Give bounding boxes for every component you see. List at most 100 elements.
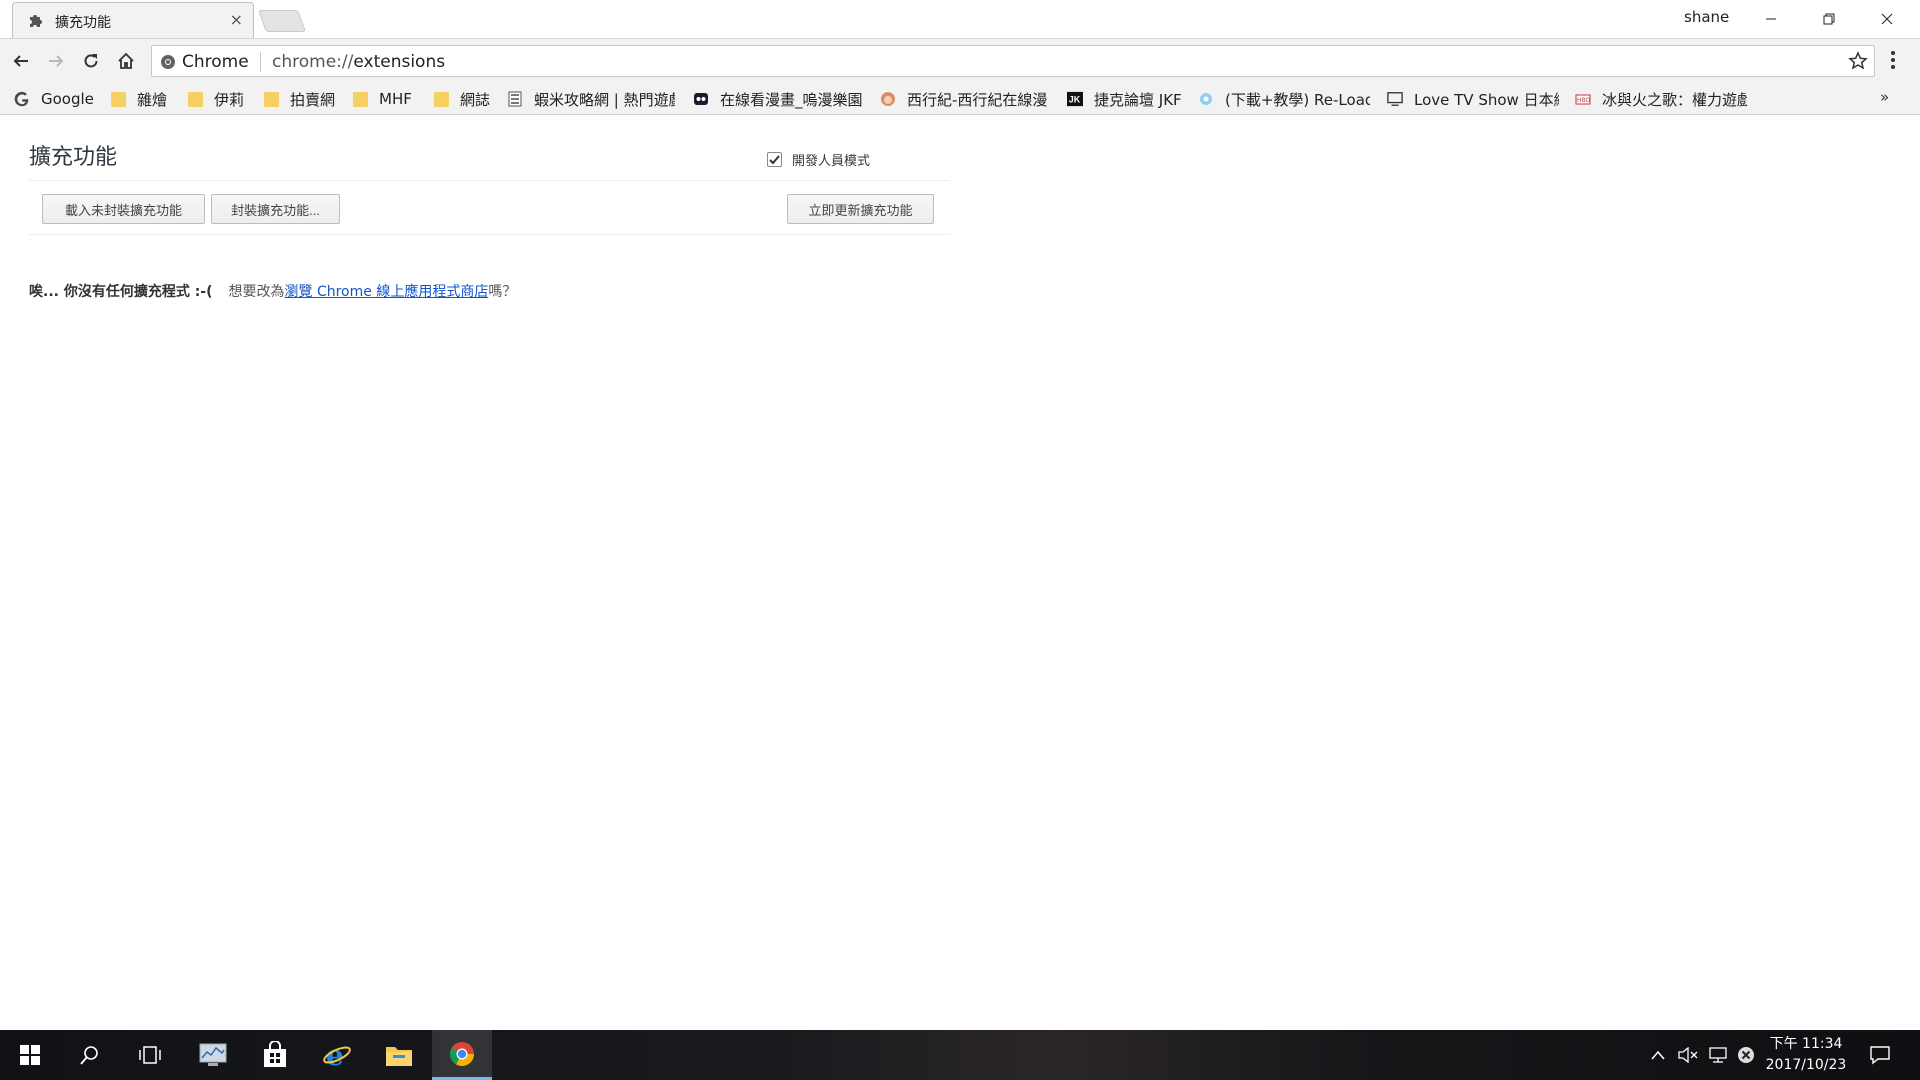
monitor-icon	[1387, 91, 1403, 107]
bookmark-label: 拍賣網	[290, 90, 336, 109]
bookmark-label: Google	[41, 90, 94, 108]
clock-date: 2017/10/23	[1765, 1057, 1847, 1073]
taskbar-app-internet-explorer[interactable]: e	[307, 1030, 367, 1080]
minimize-button[interactable]	[1742, 4, 1800, 34]
bookmarks-bar: Google 雜燴 伊莉 拍賣網 MHF 網誌 蝦米攻略網 | 熱門遊戲 在線看…	[0, 82, 1920, 115]
folder-icon	[110, 91, 126, 107]
load-unpacked-button[interactable]: 載入未封裝擴充功能	[42, 194, 205, 224]
store-bag-icon	[264, 1041, 286, 1067]
developer-mode-toggle[interactable]: 開發人員模式	[767, 150, 870, 169]
bookmark-label: 伊莉	[214, 90, 245, 109]
taskbar-app-store[interactable]	[245, 1030, 305, 1080]
divider	[29, 234, 950, 235]
site-icon: HBO	[1575, 91, 1591, 107]
network-icon	[1709, 1047, 1727, 1063]
home-button[interactable]	[113, 48, 139, 74]
bookmark-item[interactable]: HBO 冰與火之歌：權力遊戲	[1575, 88, 1747, 110]
new-tab-button[interactable]	[257, 10, 307, 32]
omnibox-separator	[260, 52, 261, 72]
circle-x-icon	[1738, 1047, 1754, 1063]
network-button[interactable]	[1704, 1030, 1732, 1080]
divider	[29, 180, 950, 181]
restore-icon	[1823, 13, 1835, 25]
no-extensions-message: 唉... 你沒有任何擴充程式 :-( 想要改為 瀏覽 Chrome 線上應用程式…	[29, 281, 516, 301]
bookmark-item[interactable]: (下載+教學) Re-Load	[1198, 88, 1370, 110]
bookmark-folder[interactable]: MHF	[352, 88, 412, 110]
search-button[interactable]	[60, 1030, 120, 1080]
resource-monitor-icon	[199, 1043, 227, 1066]
folder-icon	[263, 91, 279, 107]
bookmark-item[interactable]: Love TV Show 日本綜	[1387, 88, 1559, 110]
arrow-left-icon	[13, 55, 28, 67]
profile-button[interactable]: shane	[1684, 8, 1729, 26]
bookmark-label: 網誌	[460, 90, 491, 109]
store-prompt-suffix: 嗎？	[488, 284, 517, 300]
no-extensions-text: 唉... 你沒有任何擴充程式 :-(	[29, 284, 213, 300]
action-center-button[interactable]	[1864, 1030, 1896, 1080]
url-scheme: chrome://	[272, 52, 354, 72]
file-explorer-icon	[386, 1047, 412, 1066]
taskbar-clock[interactable]: 下午 11:34 2017/10/23	[1756, 1034, 1856, 1076]
forward-button[interactable]	[43, 48, 69, 74]
back-button[interactable]	[8, 48, 34, 74]
tab-extensions[interactable]: 擴充功能 ×	[12, 2, 254, 38]
bookmark-label: 捷克論壇 JKF	[1094, 90, 1182, 109]
bookmark-folder[interactable]: 伊莉	[187, 88, 244, 110]
clock-time: 下午 11:34	[1769, 1036, 1843, 1052]
volume-muted-icon	[1678, 1047, 1698, 1063]
reload-button[interactable]	[78, 48, 104, 74]
chevron-up-icon	[1651, 1050, 1665, 1060]
site-icon	[1198, 91, 1214, 107]
bookmark-folder[interactable]: 拍賣網	[263, 88, 335, 110]
app-tray-button[interactable]	[1734, 1030, 1758, 1080]
bookmark-folder[interactable]: 雜燴	[110, 88, 167, 110]
task-view-icon	[139, 1046, 161, 1064]
bookmark-folder[interactable]: 網誌	[433, 88, 490, 110]
url-text[interactable]: chrome://extensions	[272, 52, 445, 72]
search-icon	[80, 1046, 98, 1065]
windows-taskbar: e 下午 11:34 2017/10/23	[0, 1030, 1920, 1080]
notification-icon	[1870, 1046, 1890, 1065]
update-extensions-button[interactable]: 立即更新擴充功能	[787, 194, 934, 224]
bookmark-item[interactable]: 西行紀-西行紀在線漫	[880, 88, 1050, 110]
chrome-menu-button[interactable]	[1890, 49, 1896, 75]
bookmarks-overflow-button[interactable]: »	[1880, 88, 1889, 106]
bookmark-label: 雜燴	[137, 90, 168, 109]
omnibox-chip: Chrome	[182, 52, 249, 72]
vertical-dots-icon	[1891, 51, 1895, 69]
tab-close-button[interactable]: ×	[230, 11, 243, 29]
google-g-icon	[14, 91, 30, 107]
taskbar-app-chrome[interactable]	[432, 1030, 492, 1080]
browser-toolbar: Chrome chrome://extensions	[0, 38, 1920, 82]
windows-logo-icon	[20, 1045, 40, 1065]
volume-button[interactable]	[1674, 1030, 1702, 1080]
bookmark-item[interactable]: 在線看漫畫_嗚漫樂園	[693, 88, 863, 110]
bookmark-item[interactable]: 蝦米攻略網 | 熱門遊戲	[507, 88, 675, 110]
start-button[interactable]	[0, 1030, 60, 1080]
pack-extension-button[interactable]: 封裝擴充功能...	[211, 194, 340, 224]
title-bar: 擴充功能 × shane	[0, 0, 1920, 38]
restore-button[interactable]	[1800, 4, 1858, 34]
svg-text:JK: JK	[1069, 95, 1081, 105]
bookmark-star-button[interactable]	[1848, 51, 1868, 75]
bookmark-label: (下載+教學) Re-Load	[1225, 90, 1370, 109]
web-store-link[interactable]: 瀏覽 Chrome 線上應用程式商店	[285, 281, 489, 301]
developer-mode-checkbox[interactable]	[767, 152, 782, 167]
folder-icon	[352, 91, 368, 107]
close-window-button[interactable]	[1858, 4, 1916, 34]
show-hidden-icons-button[interactable]	[1646, 1030, 1670, 1080]
bookmark-item[interactable]: JK 捷克論壇 JKF	[1067, 88, 1182, 110]
taskbar-app-monitor[interactable]	[183, 1030, 243, 1080]
bookmark-label: 西行紀-西行紀在線漫	[907, 90, 1048, 109]
task-view-button[interactable]	[120, 1030, 180, 1080]
taskbar-app-file-explorer[interactable]	[369, 1030, 429, 1080]
chrome-page-icon	[160, 54, 176, 74]
site-icon	[880, 91, 896, 107]
site-icon	[507, 91, 523, 107]
folder-icon	[433, 91, 449, 107]
bookmark-label: MHF	[379, 90, 412, 108]
tab-title: 擴充功能	[55, 15, 111, 31]
bookmark-item[interactable]: Google	[14, 88, 94, 110]
address-bar[interactable]: Chrome chrome://extensions	[151, 45, 1875, 77]
developer-mode-label: 開發人員模式	[792, 154, 871, 169]
